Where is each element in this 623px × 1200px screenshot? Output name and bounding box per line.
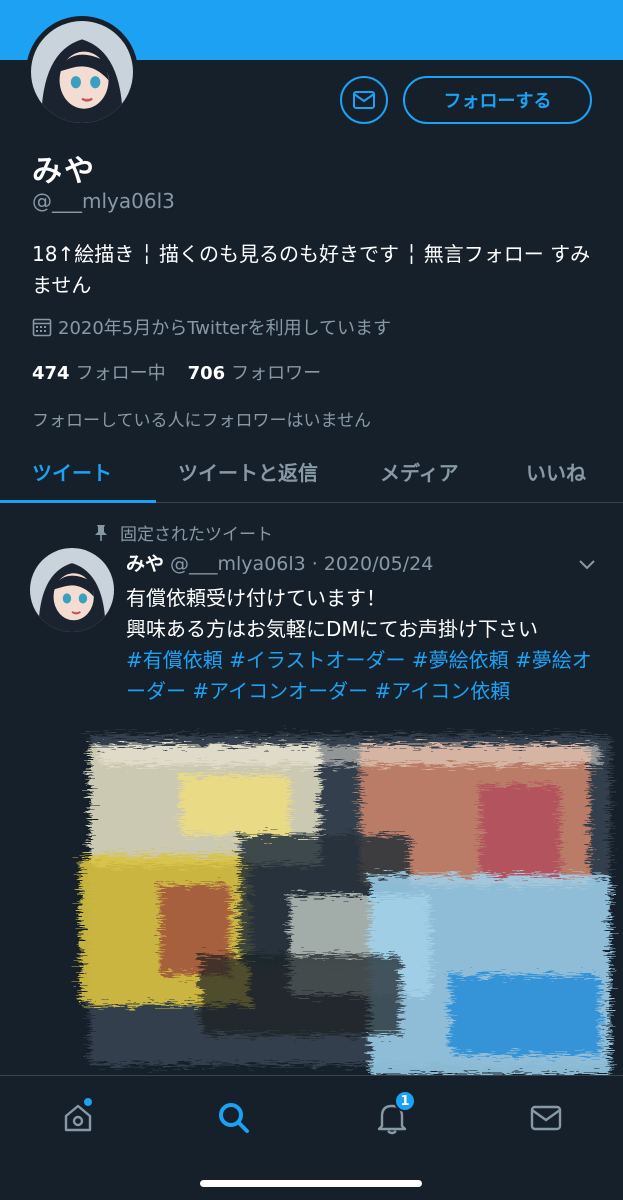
pin-icon	[95, 524, 107, 541]
home-indicator[interactable]	[200, 1180, 422, 1187]
profile-bio: 18↑絵描き ╎ 描くのも見るのも好きです ╎ 無言フォロー すみません	[32, 242, 591, 297]
calendar-icon	[32, 318, 52, 337]
nav-notifications[interactable]: 1	[370, 1090, 416, 1140]
tweet-menu-button[interactable]	[578, 556, 596, 575]
profile-avatar[interactable]	[26, 16, 138, 128]
tweet-hashtags[interactable]: #有償依頼 #イラストオーダー #夢絵依頼 #夢絵オーダー #アイコンオーダー …	[126, 645, 601, 707]
home-new-dot	[84, 1098, 92, 1106]
tweet-line-2: 興味ある方はお気軽にDMにてお声掛け下さい	[126, 617, 539, 641]
envelope-icon	[530, 1105, 562, 1131]
join-date: 2020年5月からTwitterを利用しています	[32, 314, 391, 340]
tweet-header: みや @___mlya06l3 · 2020/05/24	[126, 549, 433, 576]
active-tab-indicator	[0, 500, 156, 503]
notification-badge: 1	[394, 1090, 416, 1112]
join-date-text: 2020年5月からTwitterを利用しています	[58, 318, 392, 339]
tweet-separator: ·	[311, 553, 318, 575]
tweet-line-1: 有償依頼受け付けています！	[126, 586, 386, 610]
message-button[interactable]	[340, 76, 388, 124]
tab-media[interactable]: メディア	[380, 457, 459, 486]
avatar-image	[30, 548, 114, 632]
search-icon	[219, 1103, 249, 1133]
envelope-icon	[353, 91, 375, 109]
followers-count[interactable]: 706	[188, 363, 226, 384]
tab-tweets-and-replies[interactable]: ツイートと返信	[178, 457, 318, 486]
avatar-image	[31, 21, 133, 123]
blurred-artwork	[80, 735, 610, 1075]
tweet-author-handle[interactable]: @___mlya06l3	[170, 553, 306, 575]
profile-tabs: ツイート ツイートと返信 メディア いいね	[0, 445, 623, 503]
tweet-date[interactable]: 2020/05/24	[324, 553, 434, 575]
chevron-down-icon	[579, 560, 595, 570]
tweet-media-image[interactable]	[60, 705, 620, 1085]
pinned-text: 固定されたツイート	[120, 525, 273, 545]
nav-messages[interactable]	[524, 1096, 568, 1140]
user-handle: @___mlya06l3	[32, 189, 175, 213]
followers-label[interactable]: フォロワー	[231, 359, 321, 385]
followers-you-know-note: フォローしている人にフォロワーはいません	[32, 411, 371, 431]
tweet-author-avatar[interactable]	[30, 548, 114, 632]
following-count[interactable]: 474	[32, 363, 70, 384]
nav-search[interactable]	[212, 1096, 256, 1140]
follow-button[interactable]: フォローする	[403, 76, 592, 124]
tab-tweets[interactable]: ツイート	[32, 457, 112, 486]
follow-stats: 474 フォロー中 706 フォロワー	[32, 359, 321, 385]
nav-home[interactable]	[56, 1096, 100, 1140]
pinned-tweet-label: 固定されたツイート	[92, 520, 273, 545]
tab-likes[interactable]: いいね	[526, 457, 586, 486]
following-label[interactable]: フォロー中	[76, 359, 166, 385]
home-icon	[64, 1104, 92, 1132]
tweet-author-name[interactable]: みや	[126, 549, 164, 576]
tweet-body: 有償依頼受け付けています！ 興味ある方はお気軽にDMにてお声掛け下さい #有償依…	[126, 583, 601, 707]
display-name: みや	[32, 154, 96, 189]
